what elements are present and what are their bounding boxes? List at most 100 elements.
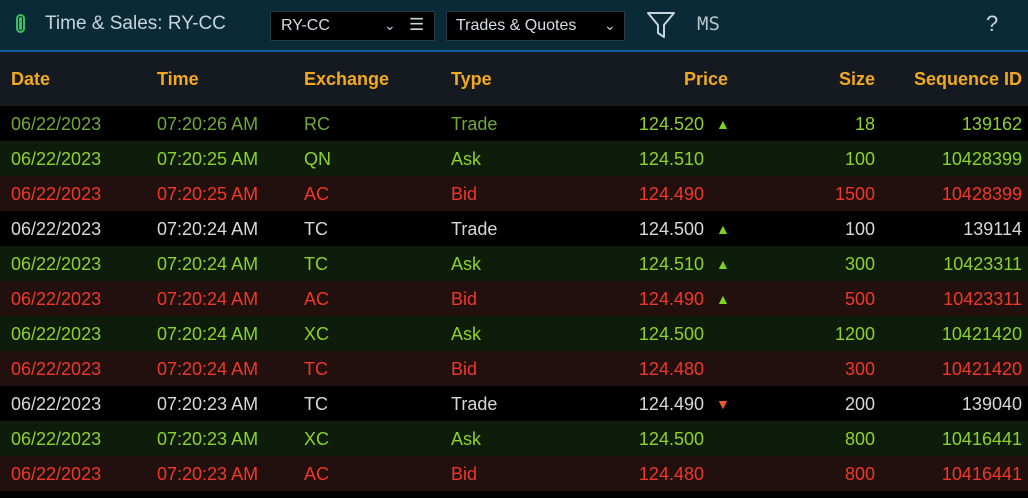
cell-exchange: QN <box>304 149 331 169</box>
cell-sequence-id: 10423311 <box>943 289 1022 309</box>
title-bar: Time & Sales: RY-CC RY-CC ⌄ ☰ Trades & Q… <box>0 0 1028 52</box>
cell-price: 124.500 <box>638 219 704 239</box>
symbol-value: RY-CC <box>281 17 330 34</box>
cell-price: 124.510 <box>638 254 704 274</box>
cell-date: 06/22/2023 <box>11 149 102 169</box>
cell-date: 06/22/2023 <box>11 184 102 204</box>
column-header-exchange[interactable]: Exchange <box>304 69 389 90</box>
cell-type: Ask <box>451 149 482 169</box>
cell-size: 1200 <box>834 324 875 344</box>
table-row[interactable]: 06/22/2023 07:20:23 AM AC Bid 124.480 80… <box>0 456 1028 491</box>
tick-direction-icon: ▲ <box>716 256 730 272</box>
cell-sequence-id: 10416441 <box>941 429 1022 449</box>
tick-direction-icon: ▲ <box>716 291 730 307</box>
mode-value: Trades & Quotes <box>456 17 577 34</box>
cell-type: Ask <box>451 254 482 274</box>
cell-time: 07:20:23 AM <box>157 464 259 484</box>
cell-size: 800 <box>844 429 875 449</box>
cell-price: 124.490 <box>638 184 704 204</box>
cell-sequence-id: 10421420 <box>941 359 1022 379</box>
cell-exchange: AC <box>304 464 330 484</box>
column-header-sequence-id[interactable]: Sequence ID <box>914 69 1022 90</box>
symbol-select[interactable]: RY-CC ⌄ ☰ <box>270 11 435 41</box>
column-header-time[interactable]: Time <box>157 69 199 90</box>
cell-size: 100 <box>844 149 875 169</box>
cell-date: 06/22/2023 <box>11 324 102 344</box>
cell-size: 100 <box>844 219 875 239</box>
cell-sequence-id: 10421420 <box>941 324 1022 344</box>
column-header-price[interactable]: Price <box>684 69 728 90</box>
cell-size: 1500 <box>834 184 875 204</box>
cell-type: Bid <box>451 464 478 484</box>
cell-date: 06/22/2023 <box>11 359 102 379</box>
cell-price: 124.490 <box>638 289 704 309</box>
table-row[interactable]: 06/22/2023 07:20:24 AM TC Trade 124.500 … <box>0 211 1028 246</box>
cell-exchange: RC <box>304 114 330 134</box>
table-row[interactable]: 06/22/2023 07:20:25 AM AC Bid 124.490 15… <box>0 176 1028 211</box>
cell-size: 18 <box>854 114 875 134</box>
chevron-down-icon: ⌄ <box>604 17 616 33</box>
cell-price: 124.500 <box>638 429 704 449</box>
cell-type: Trade <box>451 219 498 239</box>
cell-size: 200 <box>844 394 875 414</box>
mode-select[interactable]: Trades & Quotes ⌄ <box>446 11 625 41</box>
cell-time: 07:20:23 AM <box>157 394 259 414</box>
cell-date: 06/22/2023 <box>11 429 102 449</box>
cell-price: 124.500 <box>638 324 704 344</box>
menu-icon[interactable]: ☰ <box>409 15 424 35</box>
table-row[interactable]: 06/22/2023 07:20:24 AM XC Ask 124.500 12… <box>0 316 1028 351</box>
cell-date: 06/22/2023 <box>11 394 102 414</box>
filter-icon[interactable] <box>645 9 677 41</box>
tick-direction-icon: ▲ <box>716 116 730 132</box>
cell-size: 300 <box>844 254 875 274</box>
table-row[interactable]: 06/22/2023 07:20:24 AM AC Bid 124.490 ▲ … <box>0 281 1028 316</box>
cell-exchange: XC <box>304 324 330 344</box>
window-title: Time & Sales: RY-CC <box>45 13 226 34</box>
cell-type: Bid <box>451 289 478 309</box>
cell-type: Ask <box>451 429 482 449</box>
link-status-icon[interactable] <box>16 14 25 33</box>
cell-exchange: TC <box>304 219 328 239</box>
cell-exchange: AC <box>304 289 330 309</box>
cell-exchange: TC <box>304 254 328 274</box>
table-row[interactable]: 06/22/2023 07:20:24 AM TC Bid 124.480 30… <box>0 351 1028 386</box>
column-header-row: Date Time Exchange Type Price Size Seque… <box>0 52 1028 106</box>
cell-time: 07:20:24 AM <box>157 324 259 344</box>
cell-size: 300 <box>844 359 875 379</box>
table-row[interactable]: 06/22/2023 07:20:23 AM XC Ask 124.500 80… <box>0 421 1028 456</box>
cell-sequence-id: 139162 <box>961 114 1022 134</box>
cell-type: Bid <box>451 184 478 204</box>
column-header-size[interactable]: Size <box>839 69 875 90</box>
cell-exchange: AC <box>304 184 330 204</box>
column-header-type[interactable]: Type <box>451 69 492 90</box>
ms-toggle-button[interactable]: MS <box>697 13 720 35</box>
table-row[interactable]: 06/22/2023 07:20:23 AM TC Trade 124.490 … <box>0 386 1028 421</box>
cell-time: 07:20:25 AM <box>157 184 259 204</box>
cell-exchange: TC <box>304 359 328 379</box>
column-header-date[interactable]: Date <box>11 69 50 90</box>
help-button[interactable]: ? <box>986 11 998 37</box>
cell-time: 07:20:23 AM <box>157 429 259 449</box>
cell-type: Ask <box>451 324 482 344</box>
cell-sequence-id: 10423311 <box>943 254 1022 274</box>
table-row[interactable]: 06/22/2023 07:20:25 AM QN Ask 124.510 10… <box>0 141 1028 176</box>
cell-sequence-id: 139040 <box>961 394 1022 414</box>
cell-sequence-id: 10428399 <box>941 149 1022 169</box>
tick-direction-icon: ▼ <box>716 396 730 412</box>
cell-sequence-id: 139114 <box>963 219 1022 239</box>
cell-type: Trade <box>451 114 498 134</box>
cell-exchange: XC <box>304 429 330 449</box>
cell-type: Trade <box>451 394 498 414</box>
cell-time: 07:20:24 AM <box>157 219 259 239</box>
cell-date: 06/22/2023 <box>11 254 102 274</box>
cell-price: 124.520 <box>638 114 704 134</box>
tick-direction-icon: ▲ <box>716 221 730 237</box>
table-row[interactable]: 06/22/2023 07:20:26 AM RC Trade 124.520 … <box>0 106 1028 141</box>
cell-size: 500 <box>844 289 875 309</box>
cell-price: 124.490 <box>638 394 704 414</box>
chevron-down-icon: ⌄ <box>384 17 396 33</box>
cell-price: 124.480 <box>638 359 704 379</box>
cell-type: Bid <box>451 359 478 379</box>
table-row[interactable]: 06/22/2023 07:20:24 AM TC Ask 124.510 ▲ … <box>0 246 1028 281</box>
time-and-sales-window: Time & Sales: RY-CC RY-CC ⌄ ☰ Trades & Q… <box>0 0 1028 498</box>
